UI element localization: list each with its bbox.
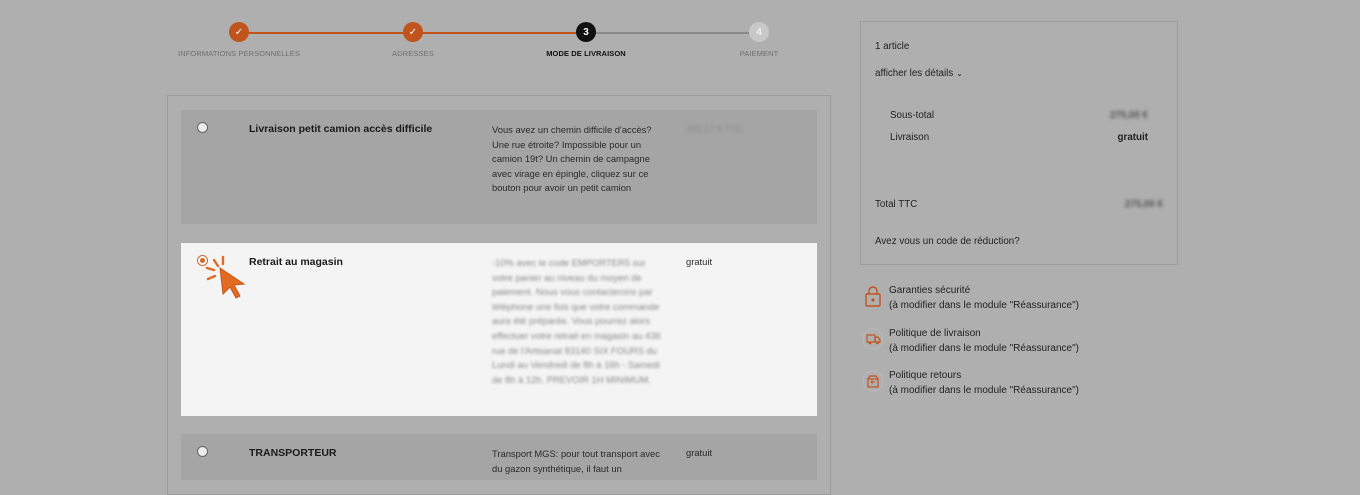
subtotal-value: 275,00 € — [1109, 110, 1148, 121]
check-icon: ✓ — [229, 22, 249, 42]
step-personal-info[interactable]: ✓ INFORMATIONS PERSONNELLES — [159, 20, 319, 58]
carrier-price: gratuit — [686, 447, 713, 458]
carrier-radio[interactable] — [197, 122, 208, 133]
step-label: ADRESSES — [392, 49, 434, 58]
step-payment: 4 PAIEMENT — [679, 20, 839, 58]
carrier-name: Retrait au magasin — [249, 256, 343, 268]
step-number: 3 — [576, 22, 596, 42]
carrier-option-transporter[interactable]: TRANSPORTEUR Transport MGS: pour tout tr… — [181, 434, 817, 480]
reassurance-security: Garanties sécurité (à modifier dans le m… — [862, 285, 1162, 317]
promo-code-link[interactable]: Avez vous un code de réduction? — [875, 236, 1020, 247]
item-count: 1 article — [875, 41, 910, 52]
reassurance-returns: Politique retours (à modifier dans le mo… — [862, 370, 1162, 402]
subtotal-label: Sous-total — [890, 110, 935, 121]
carrier-description: Transport MGS: pour tout transport avec … — [492, 448, 660, 474]
reassurance-subtitle: (à modifier dans le module "Réassurance"… — [889, 385, 1079, 396]
step-label: PAIEMENT — [739, 49, 779, 58]
carrier-name: Livraison petit camion accès difficile — [249, 123, 433, 135]
carrier-price: gratuit — [686, 256, 713, 267]
carrier-price: 226,17 € TTC — [686, 123, 744, 134]
total-value: 275,00 € — [1124, 199, 1163, 210]
total-label: Total TTC — [875, 199, 918, 210]
return-box-icon — [862, 370, 884, 392]
carrier-description: -10% avec le code EMPORTER5 sur votre pa… — [492, 257, 661, 385]
check-icon: ✓ — [403, 22, 423, 42]
show-details-label: afficher les détails — [875, 68, 954, 79]
carrier-name: TRANSPORTEUR — [249, 447, 337, 459]
carrier-radio[interactable] — [197, 446, 208, 457]
lock-icon — [865, 286, 881, 307]
checkout-stepper: ✓ INFORMATIONS PERSONNELLES ✓ ADRESSES 3… — [168, 20, 832, 70]
reassurance-subtitle: (à modifier dans le module "Réassurance"… — [889, 343, 1079, 354]
step-label: MODE DE LIVRAISON — [546, 49, 626, 58]
carrier-description: Vous avez un chemin difficile d'accès? U… — [492, 124, 652, 194]
reassurance-delivery: Politique de livraison (à modifier dans … — [862, 328, 1162, 360]
reassurance-title: Garanties sécurité — [889, 285, 971, 296]
chevron-down-icon: ⌄ — [956, 69, 963, 78]
shipping-value: gratuit — [1117, 132, 1148, 143]
step-number: 4 — [749, 22, 769, 42]
order-summary: 1 article afficher les détails ⌄ Sous-tot… — [860, 21, 1178, 265]
carrier-option-small-truck[interactable]: Livraison petit camion accès difficile V… — [181, 110, 817, 224]
click-cursor-icon — [205, 255, 246, 299]
reassurance-subtitle: (à modifier dans le module "Réassurance"… — [889, 300, 1079, 311]
carrier-option-store-pickup[interactable]: Retrait au magasin -10% avec le code EMP… — [181, 243, 817, 416]
show-details-link[interactable]: afficher les détails ⌄ — [875, 68, 963, 79]
step-delivery-mode: 3 MODE DE LIVRAISON — [506, 20, 666, 58]
step-label: INFORMATIONS PERSONNELLES — [178, 49, 300, 58]
truck-icon — [862, 328, 884, 350]
step-addresses[interactable]: ✓ ADRESSES — [333, 20, 493, 58]
reassurance-title: Politique retours — [889, 370, 962, 381]
shipping-label: Livraison — [890, 132, 930, 143]
reassurance-title: Politique de livraison — [889, 328, 981, 339]
